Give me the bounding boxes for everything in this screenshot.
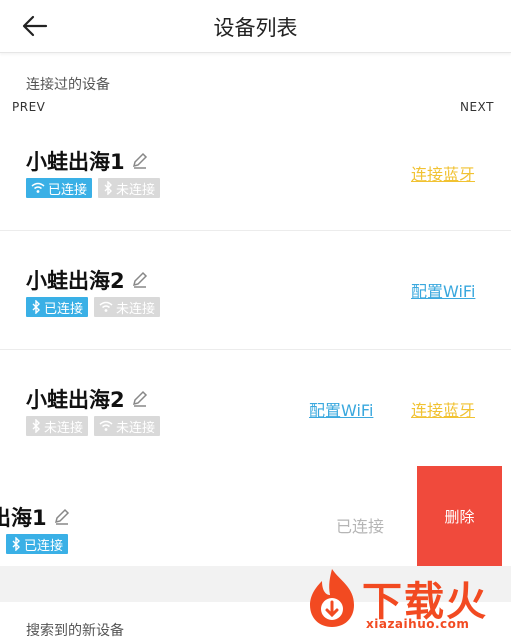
device-name: 小蛙出海2 [26,388,125,412]
flame-logo-icon [310,569,354,627]
wifi-icon [31,182,45,193]
device-name: 出海1 [0,506,47,530]
bluetooth-status-badge: 已连接 [26,297,89,317]
badge-text: 未连接 [44,420,84,436]
top-bar: 设备列表 [0,0,511,53]
device-name-row: 小蛙出海2 [26,265,149,295]
bluetooth-icon [12,537,20,551]
connect-bluetooth-link[interactable]: 连接蓝牙 [411,161,475,185]
configure-wifi-link[interactable]: 配置WiFi [411,278,475,302]
watermark-url: xiazaihuo.com [366,617,470,631]
wifi-status-badge: 已连接 [26,178,93,198]
device-name: 小蛙出海2 [26,269,125,293]
bluetooth-status-badge: 未连接 [98,178,161,198]
connect-bluetooth-link[interactable]: 连接蓝牙 [411,397,475,421]
device-name-row: 出海1 [0,502,71,532]
device-row[interactable]: 小蛙出海1 已连接 未连接 连接蓝牙 [0,112,511,231]
configure-wifi-link[interactable]: 配置WiFi [309,397,373,421]
watermark: 下载火 xiazaihuo.com [300,565,511,633]
device-name-row: 小蛙出海1 [26,146,149,176]
badge-text: 未连接 [116,420,156,436]
badge-text: 未连接 [116,301,156,317]
new-devices-label: 搜索到的新设备 [26,623,124,639]
delete-button[interactable]: 删除 [417,466,502,566]
bluetooth-status-badge: 已连接 [6,534,69,554]
wifi-status-badge: 未连接 [94,416,161,436]
bluetooth-icon [104,181,113,195]
wifi-icon [99,420,113,431]
device-name: 小蛙出海1 [26,150,125,174]
edit-icon[interactable] [131,389,149,413]
connection-status: 已连接 [336,517,385,536]
wifi-status-badge: 未连接 [94,297,161,317]
device-row[interactable]: 小蛙出海2 未连接 未连接 配置WiFi 连接蓝牙 [0,350,511,469]
badge-text: 已连接 [44,301,84,317]
device-row[interactable]: 小蛙出海2 已连接 未连接 配置WiFi [0,231,511,350]
bluetooth-status-badge: 未连接 [26,416,89,436]
bluetooth-icon [32,300,40,314]
connected-devices-label: 连接过的设备 [26,77,110,93]
page-title: 设备列表 [213,16,298,40]
bluetooth-icon [32,419,40,433]
badge-text: 已连接 [24,538,64,554]
edit-icon[interactable] [131,151,149,175]
edit-icon[interactable] [53,507,71,531]
device-name-row: 小蛙出海2 [26,384,149,414]
badge-text: 未连接 [116,182,156,198]
edit-icon[interactable] [131,270,149,294]
badge-text: 已连接 [48,182,88,198]
wifi-icon [99,301,113,312]
